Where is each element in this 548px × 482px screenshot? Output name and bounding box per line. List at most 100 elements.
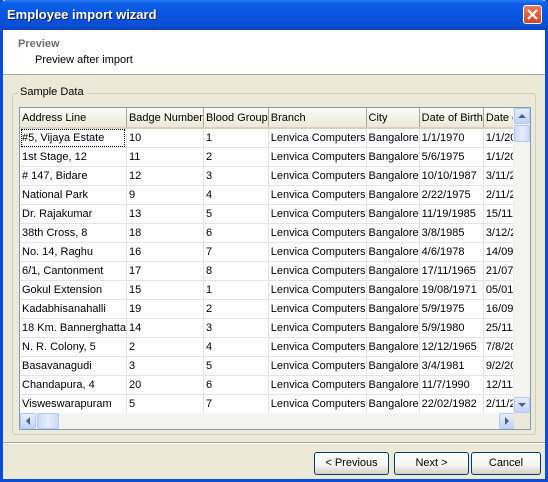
table-cell[interactable]: 10 bbox=[126, 128, 204, 148]
table-cell[interactable]: 7 bbox=[203, 242, 269, 262]
data-grid[interactable]: Address Line Badge Number Blood Group Branc… bbox=[19, 107, 531, 430]
vertical-scroll-thumb[interactable] bbox=[514, 125, 530, 142]
column-header[interactable]: Date of Joining bbox=[483, 108, 515, 129]
vertical-scrollbar[interactable] bbox=[513, 108, 530, 413]
table-cell[interactable]: 1/1/1970 bbox=[419, 128, 484, 148]
table-cell[interactable]: 12/12/1965 bbox=[419, 337, 484, 357]
table-cell[interactable]: Lenvica Computers bbox=[268, 204, 367, 224]
table-cell[interactable]: Lenvica Computers bbox=[268, 223, 367, 243]
table-cell[interactable]: 6/1, Cantonment bbox=[20, 261, 127, 281]
table-row[interactable]: Kadabhisanahalli 19 2 Lenvica Computers Bang… bbox=[20, 299, 515, 319]
table-cell[interactable]: 7 bbox=[203, 394, 269, 413]
table-cell[interactable]: 9 bbox=[126, 185, 204, 205]
table-cell[interactable]: 5/9/1975 bbox=[419, 299, 484, 319]
column-header[interactable]: Badge Number bbox=[126, 108, 204, 129]
table-cell[interactable]: 5/9/1980 bbox=[419, 318, 484, 338]
table-row[interactable]: # 147, Bidare 12 3 Lenvica Computers Bangalo… bbox=[20, 166, 515, 186]
table-cell[interactable]: 18 Km. Bannerghatta bbox=[20, 318, 127, 338]
horizontal-scroll-thumb[interactable] bbox=[37, 413, 59, 429]
close-button[interactable] bbox=[523, 5, 542, 24]
table-cell[interactable]: 7/8/2002 bbox=[483, 337, 515, 357]
table-cell[interactable]: 12 bbox=[126, 166, 204, 186]
table-cell[interactable]: Bangalore bbox=[366, 337, 420, 357]
table-row[interactable]: Basavanagudi 3 5 Lenvica Computers Bangalore… bbox=[20, 356, 515, 376]
table-cell[interactable]: 05/010/2003 bbox=[483, 280, 515, 300]
table-cell[interactable]: 21/07/2002 bbox=[483, 261, 515, 281]
table-cell[interactable]: 10/10/1987 bbox=[419, 166, 484, 186]
table-cell[interactable]: 19 bbox=[126, 299, 204, 319]
table-cell[interactable]: Bangalore bbox=[366, 394, 420, 413]
table-cell[interactable]: #5, Vijaya Estate bbox=[20, 128, 127, 148]
table-cell[interactable]: Bangalore bbox=[366, 128, 420, 148]
table-cell[interactable]: N. R. Colony, 5 bbox=[20, 337, 127, 357]
table-cell[interactable]: 5 bbox=[203, 204, 269, 224]
table-row[interactable]: 38th Cross, 8 18 6 Lenvica Computers Bangalo… bbox=[20, 223, 515, 243]
table-cell[interactable]: Kadabhisanahalli bbox=[20, 299, 127, 319]
table-cell[interactable]: 3 bbox=[203, 166, 269, 186]
table-row[interactable]: Visweswarapuram 5 7 Lenvica Computers Bangal… bbox=[20, 394, 515, 413]
table-cell[interactable]: Lenvica Computers bbox=[268, 299, 367, 319]
table-row[interactable]: Chandapura, 4 20 6 Lenvica Computers Bangalo… bbox=[20, 375, 515, 395]
table-cell[interactable]: 25/11/2003 bbox=[483, 318, 515, 338]
table-cell[interactable]: 5/6/1975 bbox=[419, 147, 484, 167]
table-cell[interactable]: 1 bbox=[203, 280, 269, 300]
table-cell[interactable]: 2 bbox=[203, 299, 269, 319]
table-cell[interactable]: Lenvica Computers bbox=[268, 375, 367, 395]
table-cell[interactable]: Bangalore bbox=[366, 223, 420, 243]
table-cell[interactable]: Bangalore bbox=[366, 299, 420, 319]
table-cell[interactable]: 17/11/1965 bbox=[419, 261, 484, 281]
table-cell[interactable]: 3 bbox=[126, 356, 204, 376]
table-cell[interactable]: Bangalore bbox=[366, 280, 420, 300]
table-cell[interactable]: 9/2/2004 bbox=[483, 356, 515, 376]
table-cell[interactable]: 15 bbox=[126, 280, 204, 300]
table-row[interactable]: N. R. Colony, 5 2 4 Lenvica Computers Bangal… bbox=[20, 337, 515, 357]
table-cell[interactable]: Dr. Rajakumar bbox=[20, 204, 127, 224]
table-cell[interactable]: # 147, Bidare bbox=[20, 166, 127, 186]
table-cell[interactable]: 4 bbox=[203, 337, 269, 357]
table-cell[interactable]: Bangalore bbox=[366, 147, 420, 167]
table-cell[interactable]: Lenvica Computers bbox=[268, 166, 367, 186]
table-cell[interactable]: 1st Stage, 12 bbox=[20, 147, 127, 167]
table-row[interactable]: 1st Stage, 12 11 2 Lenvica Computers Bangalo… bbox=[20, 147, 515, 167]
table-row[interactable]: 6/1, Cantonment 17 8 Lenvica Computers Banga… bbox=[20, 261, 515, 281]
column-header[interactable]: Blood Group bbox=[203, 108, 269, 129]
column-header[interactable]: Address Line bbox=[20, 108, 127, 129]
table-cell[interactable]: 13 bbox=[126, 204, 204, 224]
table-cell[interactable]: Gokul Extension bbox=[20, 280, 127, 300]
table-cell[interactable]: Bangalore bbox=[366, 356, 420, 376]
column-header[interactable]: City bbox=[366, 108, 420, 129]
table-cell[interactable]: Lenvica Computers bbox=[268, 128, 367, 148]
column-header[interactable]: Branch bbox=[268, 108, 367, 129]
table-row[interactable]: Dr. Rajakumar 13 5 Lenvica Computers Bangalo… bbox=[20, 204, 515, 224]
table-cell[interactable]: 4/6/1978 bbox=[419, 242, 484, 262]
table-cell[interactable]: 4 bbox=[203, 185, 269, 205]
table-cell[interactable]: 3/4/1981 bbox=[419, 356, 484, 376]
table-cell[interactable]: 5 bbox=[203, 356, 269, 376]
previous-button[interactable]: < Previous bbox=[314, 452, 389, 475]
table-cell[interactable]: Lenvica Computers bbox=[268, 394, 367, 413]
table-cell[interactable]: Lenvica Computers bbox=[268, 242, 367, 262]
title-bar[interactable]: Employee import wizard bbox=[0, 0, 548, 30]
table-cell[interactable]: 2 bbox=[203, 147, 269, 167]
table-cell[interactable]: Lenvica Computers bbox=[268, 356, 367, 376]
table-cell[interactable]: Basavanagudi bbox=[20, 356, 127, 376]
table-cell[interactable]: 11 bbox=[126, 147, 204, 167]
table-cell[interactable]: 5 bbox=[126, 394, 204, 413]
table-cell[interactable]: 8 bbox=[203, 261, 269, 281]
table-cell[interactable]: 16 bbox=[126, 242, 204, 262]
horizontal-scrollbar[interactable] bbox=[20, 413, 515, 429]
table-row[interactable]: #5, Vijaya Estate 10 1 Lenvica Computers Ban… bbox=[20, 128, 515, 148]
table-row[interactable]: 18 Km. Bannerghatta 14 3 Lenvica Computers B… bbox=[20, 318, 515, 338]
table-cell[interactable]: 3/8/1985 bbox=[419, 223, 484, 243]
table-cell[interactable]: 2/11/2006 bbox=[483, 185, 515, 205]
table-cell[interactable]: Lenvica Computers bbox=[268, 318, 367, 338]
table-row[interactable]: No. 14, Raghu 16 7 Lenvica Computers Bangalo… bbox=[20, 242, 515, 262]
table-cell[interactable]: Bangalore bbox=[366, 185, 420, 205]
table-row[interactable]: Gokul Extension 15 1 Lenvica Computers Banga… bbox=[20, 280, 515, 300]
table-cell[interactable]: 2/22/1975 bbox=[419, 185, 484, 205]
table-cell[interactable]: 3/12/2005 bbox=[483, 223, 515, 243]
table-cell[interactable]: Bangalore bbox=[366, 166, 420, 186]
cancel-button[interactable]: Cancel bbox=[471, 452, 541, 475]
table-cell[interactable]: National Park bbox=[20, 185, 127, 205]
table-cell[interactable]: 11/19/1985 bbox=[419, 204, 484, 224]
